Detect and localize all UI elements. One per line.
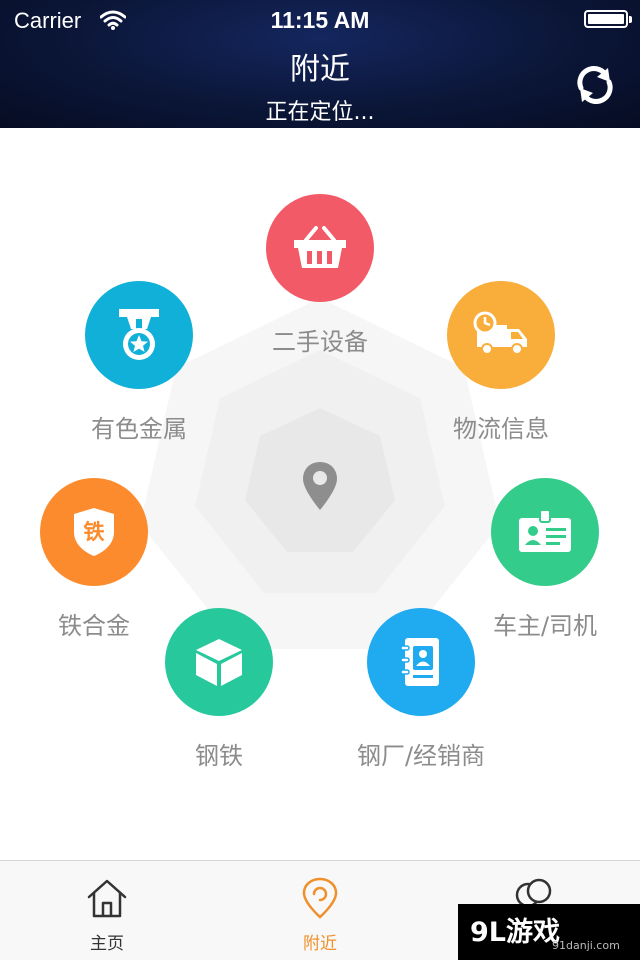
category-icon-circle [266,194,374,302]
location-icon [302,877,338,919]
shield-iron-icon: 铁 [72,506,116,558]
category-icon-circle: 铁 [40,478,148,586]
category-icon-circle [367,608,475,716]
basket-icon [294,226,346,268]
id-card-icon [519,509,571,552]
category-icon-circle [85,281,193,389]
refresh-button[interactable] [572,62,618,108]
location-pin-icon [303,462,337,510]
category-label: 物流信息 [453,415,549,443]
tab-label: 附近 [303,934,337,954]
delivery-truck-icon [473,311,527,355]
watermark-url: 91danji.com [552,939,620,952]
center-location-pin[interactable] [300,460,340,512]
category-radial-menu: 二手设备 物流信息 车主/司机 钢厂/经销商 钢铁 铁 铁合金 有色金属 [0,128,640,860]
tab-home[interactable]: 主页 [47,861,167,960]
watermark: 9L游戏 91danji.com [458,904,640,960]
page-title: 附近 [290,52,350,87]
category-steel-mill-dealer[interactable]: 钢厂/经销商 [311,608,531,771]
watermark-logo: 9L游戏 [470,917,560,948]
category-icon-circle [447,281,555,389]
category-label: 有色金属 [91,415,187,443]
shield-badge-text: 铁 [83,520,105,544]
tab-label: 主页 [90,934,124,954]
home-icon [87,879,127,918]
category-label: 钢厂/经销商 [356,742,486,770]
status-bar: Carrier 11:15 AM [0,0,640,40]
status-time: 11:15 AM [270,7,370,33]
category-icon-circle [491,478,599,586]
medal-icon [119,309,159,360]
navigation-header: Carrier 11:15 AM 附近 正在定位... [0,0,640,128]
refresh-icon [577,66,613,104]
category-nonferrous-metals[interactable]: 有色金属 [29,281,249,444]
category-logistics[interactable]: 物流信息 [391,281,611,444]
nearby-screen: Carrier 11:15 AM 附近 正在定位... 二手设备 物流信息 车主… [0,0,640,960]
battery-icon [584,10,632,28]
category-ferroalloy[interactable]: 铁 铁合金 [0,478,204,641]
cube-icon [196,639,242,686]
location-status: 正在定位... [265,100,375,125]
category-label: 钢铁 [195,742,243,770]
category-label: 铁合金 [58,612,130,640]
address-book-icon [400,638,439,686]
tab-nearby[interactable]: 附近 [260,861,380,960]
